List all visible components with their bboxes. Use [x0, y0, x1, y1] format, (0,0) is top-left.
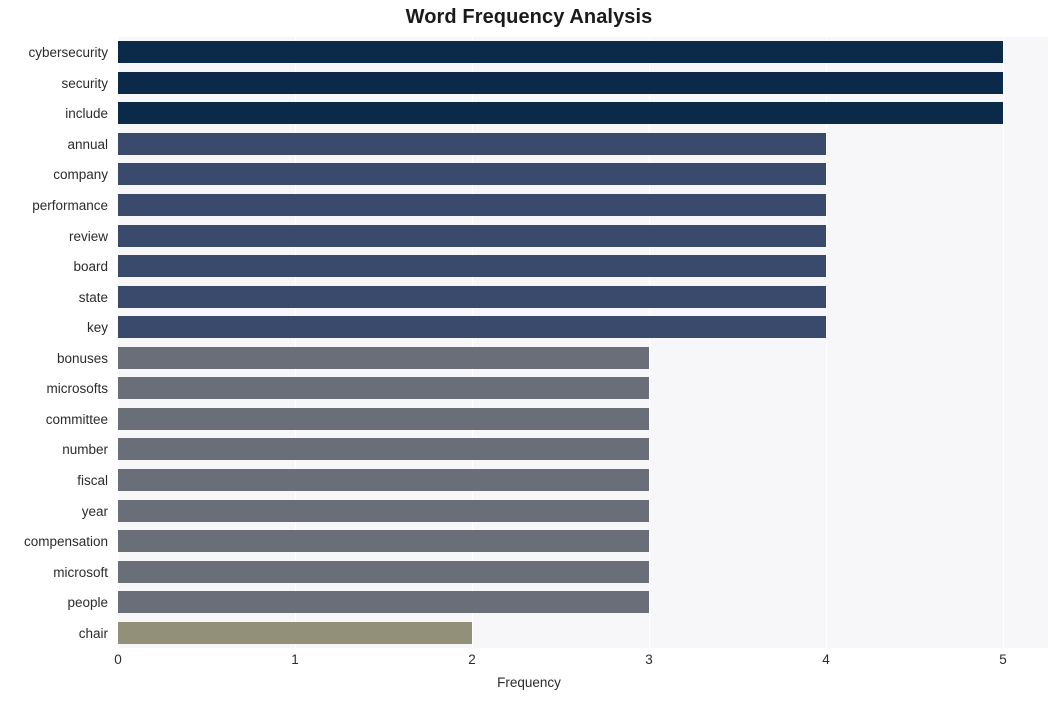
bar-cybersecurity[interactable]: [118, 41, 1003, 64]
y-tick-label-bonuses: bonuses: [56, 350, 108, 366]
x-tick-label-4: 4: [822, 652, 830, 667]
gridline-x-0: [118, 37, 119, 648]
plot-area: [118, 37, 1048, 648]
bar-year[interactable]: [118, 499, 649, 522]
chart-title: Word Frequency Analysis: [405, 6, 653, 28]
x-tick-label-5: 5: [999, 652, 1007, 667]
chart-figure: Word Frequency Analysis cybersecurity sec…: [0, 0, 1058, 701]
bar-committee[interactable]: [118, 407, 649, 430]
x-axis-tick-labels: 0 1 2 3 4 5: [0, 652, 1058, 676]
y-tick-label-state: state: [78, 289, 108, 305]
bar-board[interactable]: [118, 255, 826, 278]
y-tick-label-company: company: [53, 167, 108, 183]
y-tick-label-performance: performance: [32, 198, 108, 214]
x-tick-label-1: 1: [291, 652, 299, 667]
bar-microsoft[interactable]: [118, 560, 649, 583]
y-tick-label-number: number: [62, 442, 108, 458]
y-tick-label-microsoft: microsoft: [53, 564, 108, 580]
y-tick-label-people: people: [67, 595, 108, 611]
bar-microsofts[interactable]: [118, 377, 649, 400]
y-axis-tick-labels: cybersecurity security include annual compan…: [0, 37, 118, 648]
y-tick-label-security: security: [61, 75, 108, 91]
bar-state[interactable]: [118, 285, 826, 308]
bar-annual[interactable]: [118, 132, 826, 155]
y-tick-label-key: key: [86, 320, 108, 336]
bar-people[interactable]: [118, 591, 649, 614]
x-axis-label: Frequency: [497, 675, 561, 690]
bar-compensation[interactable]: [118, 530, 649, 553]
y-tick-label-annual: annual: [67, 136, 108, 152]
y-tick-label-include: include: [65, 106, 108, 122]
y-tick-label-compensation: compensation: [23, 534, 108, 550]
bar-company[interactable]: [118, 163, 826, 186]
bar-security[interactable]: [118, 71, 1003, 94]
gridline-x-2: [472, 37, 473, 648]
x-tick-label-0: 0: [114, 652, 122, 667]
y-tick-label-review: review: [68, 228, 108, 244]
bar-chair[interactable]: [118, 621, 472, 644]
bar-include[interactable]: [118, 102, 1003, 125]
gridline-x-4: [826, 37, 827, 648]
x-tick-label-3: 3: [645, 652, 653, 667]
bar-number[interactable]: [118, 438, 649, 461]
gridline-x-3: [649, 37, 650, 648]
y-tick-label-chair: chair: [78, 625, 108, 641]
y-tick-label-board: board: [73, 259, 108, 275]
bar-key[interactable]: [118, 316, 826, 339]
y-tick-label-year: year: [81, 503, 108, 519]
bar-bonuses[interactable]: [118, 346, 649, 369]
bar-fiscal[interactable]: [118, 468, 649, 491]
bar-review[interactable]: [118, 224, 826, 247]
y-tick-label-microsofts: microsofts: [46, 381, 108, 397]
bar-performance[interactable]: [118, 194, 826, 217]
gridline-x-5: [1003, 37, 1004, 648]
x-tick-label-2: 2: [468, 652, 476, 667]
y-tick-label-fiscal: fiscal: [77, 472, 108, 488]
y-tick-label-cybersecurity: cybersecurity: [28, 45, 108, 61]
y-tick-label-committee: committee: [45, 411, 108, 427]
gridline-x-1: [295, 37, 296, 648]
